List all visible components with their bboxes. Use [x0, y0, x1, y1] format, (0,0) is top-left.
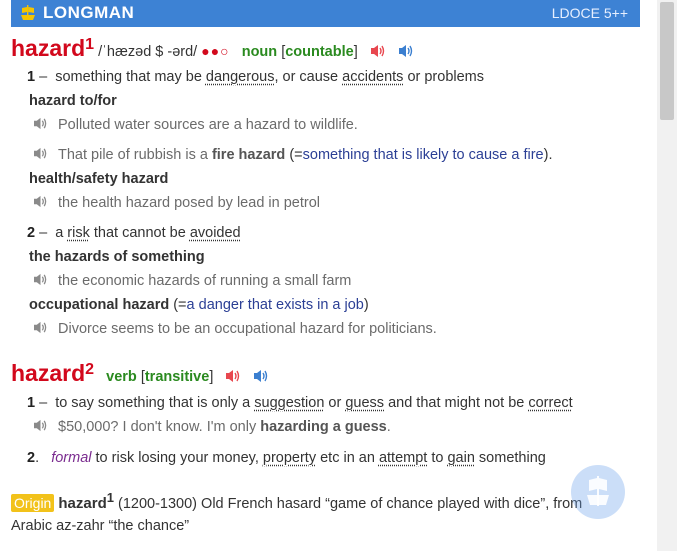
verb-sense-2-definition: 2. formal to risk losing your money, pro…	[27, 450, 546, 466]
xref-link[interactable]: guess	[345, 395, 384, 411]
origin-line-1: Origin hazard1 (1200-1300) Old French ha…	[11, 490, 582, 512]
longman-ship-icon	[21, 5, 35, 20]
speaker-example-icon[interactable]	[33, 273, 48, 286]
edition-label: LDOCE 5++	[551, 5, 628, 21]
example-sentence: Divorce seems to be an occupational haza…	[33, 321, 437, 337]
speaker-example-icon[interactable]	[33, 195, 48, 208]
xref-link[interactable]: risk	[67, 225, 90, 241]
xref-link[interactable]: accidents	[342, 69, 403, 85]
collocation: health/safety hazard	[29, 171, 169, 187]
register-label: formal	[51, 450, 92, 466]
frequency-marker: ●●○	[201, 43, 230, 59]
headword: hazard1	[11, 35, 95, 61]
part-of-speech: noun	[241, 44, 278, 60]
speaker-example-icon[interactable]	[33, 321, 48, 334]
dictionary-header: LONGMAN LDOCE 5++	[11, 0, 640, 27]
collocation: hazard to/for	[29, 93, 117, 109]
xref-link[interactable]: dangerous	[206, 69, 275, 85]
speaker-example-icon[interactable]	[33, 419, 48, 432]
xref-link[interactable]: gain	[447, 450, 474, 466]
example-sentence: Polluted water sources are a hazard to w…	[33, 117, 358, 133]
part-of-speech: verb	[106, 369, 137, 385]
grammar-code: [transitive]	[140, 369, 214, 385]
entry2-head: hazard2 verb [transitive]	[11, 360, 269, 387]
example-sentence: That pile of rubbish is a fire hazard (=…	[33, 147, 552, 163]
speaker-example-icon[interactable]	[33, 117, 48, 130]
headword: hazard2	[11, 360, 95, 386]
speaker-american-icon[interactable]	[253, 369, 269, 383]
xref-link[interactable]: avoided	[190, 225, 241, 241]
pronunciation: /ˈhæzəd $ -ərd/	[98, 44, 198, 60]
floating-app-icon	[587, 476, 609, 506]
origin-badge: Origin	[11, 494, 55, 512]
speaker-american-icon[interactable]	[398, 44, 414, 58]
verb-sense-1-definition: 1– to say something that is only a sugge…	[27, 395, 573, 411]
collocation: occupational hazard (=a danger that exis…	[29, 297, 369, 313]
vertical-scrollbar[interactable]	[657, 0, 677, 551]
example-sentence: the health hazard posed by lead in petro…	[33, 195, 320, 211]
origin-line-2: Arabic az-zahr “the chance”	[11, 518, 190, 534]
xref-link[interactable]: suggestion	[254, 395, 324, 411]
grammar-code: [countable]	[281, 44, 358, 60]
xref-link[interactable]: property	[263, 450, 316, 466]
origin-headword: hazard1	[58, 490, 114, 512]
sense-1-definition: 1– something that may be dangerous, or c…	[27, 69, 485, 85]
xref-link[interactable]: attempt	[379, 450, 427, 466]
speaker-example-icon[interactable]	[33, 147, 48, 160]
collocation: the hazards of something	[29, 249, 205, 265]
speaker-british-icon[interactable]	[225, 369, 241, 383]
example-sentence: the economic hazards of running a small …	[33, 273, 351, 289]
floating-app-button[interactable]	[571, 465, 625, 519]
xref-link[interactable]: correct	[528, 395, 572, 411]
sense-2-definition: 2– a risk that cannot be avoided	[27, 225, 241, 241]
entry1-head: hazard1 /ˈhæzəd $ -ərd/ ●●○ noun [counta…	[11, 35, 414, 62]
speaker-british-icon[interactable]	[370, 44, 386, 58]
example-sentence: $50,000? I don't know. I'm only hazardin…	[33, 419, 391, 435]
brand-name: LONGMAN	[43, 3, 135, 22]
scrollbar-thumb[interactable]	[660, 2, 674, 120]
